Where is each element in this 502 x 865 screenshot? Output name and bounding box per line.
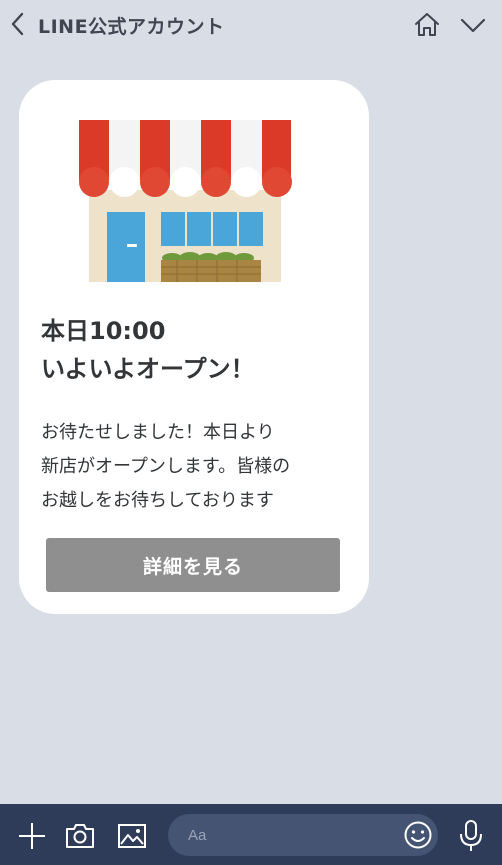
header-bar: LINE公式アカウント (0, 0, 502, 50)
headline-line: 本日10:00 (41, 317, 166, 345)
emoji-icon[interactable] (403, 820, 433, 850)
back-chevron-icon[interactable] (8, 10, 30, 38)
shop-storefront-image (79, 120, 292, 282)
body-line: お越しをお待ちしております (41, 490, 274, 511)
headline: 本日10:00 いよいよオープン！ (41, 312, 351, 388)
details-button[interactable]: 詳細を見る (46, 538, 340, 592)
account-title: LINE公式アカウント (38, 16, 225, 38)
chevron-down-icon[interactable] (458, 12, 488, 38)
headline-line: いよいよオープン！ (41, 355, 255, 383)
message-card: 本日10:00 いよいよオープン！ お待たせしました！本日より 新店がオープンし… (19, 80, 369, 614)
message-body: お待たせしました！本日より 新店がオープンします。皆様の お越しをお待ちしており… (41, 416, 351, 518)
plus-icon[interactable] (16, 820, 48, 852)
microphone-icon[interactable] (458, 819, 484, 853)
home-icon[interactable] (412, 10, 442, 38)
message-input[interactable] (168, 814, 438, 856)
body-line: お待たせしました！本日より (41, 422, 275, 443)
image-icon[interactable] (116, 820, 148, 852)
body-line: 新店がオープンします。皆様の (41, 456, 291, 477)
input-bar (0, 804, 502, 865)
camera-icon[interactable] (64, 820, 96, 852)
